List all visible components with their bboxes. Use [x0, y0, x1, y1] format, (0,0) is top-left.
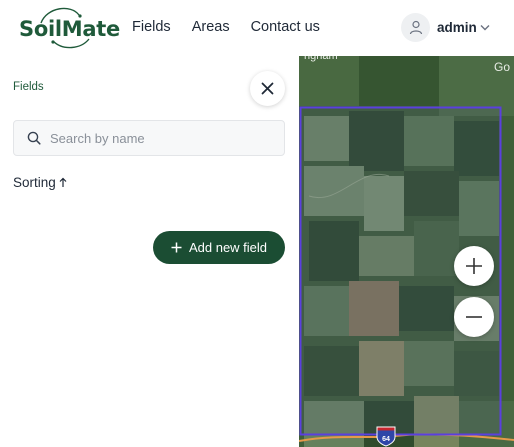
satellite-map[interactable]: 64 ngham Go — [299, 56, 514, 447]
plus-icon — [171, 242, 182, 253]
nav-item-contact[interactable]: Contact us — [251, 19, 320, 35]
zoom-out-button[interactable] — [454, 297, 494, 337]
user-name: admin — [437, 20, 477, 35]
main-nav: Fields Areas Contact us — [132, 19, 341, 35]
sorting-label: Sorting — [13, 175, 56, 190]
zoom-in-button[interactable] — [454, 246, 494, 286]
nav-item-areas[interactable]: Areas — [192, 19, 230, 35]
chevron-down-icon — [480, 25, 490, 31]
add-new-field-label: Add new field — [188, 240, 268, 255]
avatar — [401, 13, 430, 42]
close-panel-button[interactable] — [250, 71, 285, 106]
search-icon — [27, 131, 41, 145]
panel-title: Fields — [13, 81, 44, 93]
plus-icon — [466, 258, 482, 274]
arrow-up-icon — [59, 177, 67, 187]
search-input[interactable] — [50, 130, 270, 146]
close-icon — [261, 82, 274, 95]
user-menu[interactable]: admin — [401, 13, 490, 42]
user-icon — [409, 20, 422, 35]
add-new-field-button[interactable]: Add new field — [153, 231, 285, 264]
map-place-label: ngham — [304, 56, 338, 62]
highway-shield-label: 64 — [382, 436, 390, 443]
logo-text: SoilMate — [19, 17, 120, 41]
search-box — [13, 120, 285, 156]
top-navbar: SoilMate Fields Areas Contact us admin — [0, 0, 514, 56]
minus-icon — [466, 316, 482, 318]
map-place-label: Go — [494, 60, 511, 74]
sorting-toggle[interactable]: Sorting — [13, 175, 67, 190]
soilmate-logo[interactable]: SoilMate — [19, 5, 120, 51]
nav-item-fields[interactable]: Fields — [132, 19, 171, 35]
fields-panel: Fields Sorting Add new field — [0, 56, 299, 447]
